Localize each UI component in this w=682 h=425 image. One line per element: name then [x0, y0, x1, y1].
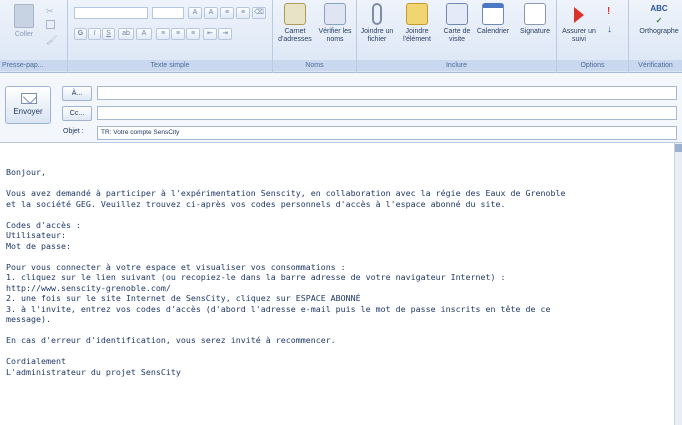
subject-label: Objet : [63, 128, 84, 135]
calendar-button[interactable]: Calendrier [473, 3, 513, 36]
proofing-group: ABC ✓ Orthographe Vérification [629, 0, 682, 73]
business-card-icon [446, 3, 468, 25]
bold-button[interactable]: G [74, 28, 87, 40]
align-left-button[interactable]: ≡ [156, 28, 170, 40]
bullets-button[interactable]: ≡ [220, 7, 234, 19]
body-line: Mot de passe: [6, 240, 71, 251]
body-line: Cordialement [6, 356, 66, 366]
subject-field[interactable]: TR: Votre compte SensCity [97, 126, 677, 140]
decrease-indent-button[interactable]: ⇤ [203, 28, 217, 40]
underline-button[interactable]: S [102, 28, 115, 40]
high-importance-icon[interactable]: ! [607, 6, 610, 17]
body-line: 3. à l'invite, entrez vos codes d'accès … [6, 303, 551, 314]
body-line: L'administrateur du projet SensCity [6, 366, 181, 377]
calendar-icon [482, 3, 504, 25]
names-group: Carnet d'adresses Vérifier les noms Noms [273, 0, 357, 73]
spelling-button[interactable]: ABC ✓ Orthographe [635, 3, 682, 36]
include-group: Joindre un fichier Joindre l'élément Car… [357, 0, 557, 73]
increase-indent-button[interactable]: ⇥ [218, 28, 232, 40]
names-group-label: Noms [273, 60, 356, 71]
send-envelope-icon [21, 93, 37, 104]
body-line: Utilisateur: [6, 230, 66, 240]
business-card-button[interactable]: Carte de visite [437, 3, 477, 44]
follow-up-button[interactable]: Assurer un suivi [559, 3, 599, 44]
cc-field[interactable] [97, 106, 677, 120]
body-line: Vous avez demandé à participer à l'expér… [6, 188, 566, 198]
align-center-button[interactable]: ≡ [171, 28, 185, 40]
font-name-select[interactable] [74, 7, 148, 19]
attach-item-button[interactable]: Joindre l'élément [397, 3, 437, 44]
scroll-up-button[interactable] [675, 144, 682, 152]
body-line: et la société GEG. Veuillez trouvez ci-a… [6, 198, 506, 209]
low-importance-icon[interactable]: ↓ [607, 24, 612, 35]
signature-button[interactable]: Signature [515, 3, 555, 36]
to-button[interactable]: À... [62, 86, 92, 101]
paste-button[interactable]: Coller [6, 4, 42, 38]
clipboard-group: Coller ✂ 🖌 Presse-pap... [0, 0, 68, 73]
paste-icon [14, 4, 34, 28]
check-names-icon [324, 3, 346, 25]
body-line: 1. cliquez sur le lien suivant (ou recop… [6, 272, 506, 282]
to-field[interactable] [97, 86, 677, 100]
signature-icon [524, 3, 546, 25]
message-body[interactable]: Bonjour, Vous avez demandé à participer … [0, 143, 674, 425]
italic-button[interactable]: I [88, 28, 101, 40]
check-names-button[interactable]: Vérifier les noms [315, 3, 355, 44]
body-line: En cas d'erreur d'identification, vous s… [6, 335, 336, 345]
envelope-icon [406, 3, 428, 25]
paperclip-icon [372, 3, 382, 25]
attach-file-button[interactable]: Joindre un fichier [357, 3, 397, 44]
body-line: Pour vous connecter à votre espace et vi… [6, 261, 346, 272]
align-right-button[interactable]: ≡ [186, 28, 200, 40]
numbering-button[interactable]: ≡ [236, 7, 250, 19]
body-line: 2. une fois sur le site Internet de Sens… [6, 293, 361, 303]
send-button[interactable]: Envoyer [5, 86, 51, 124]
body-line: message). [6, 314, 51, 324]
cut-icon[interactable]: ✂ [46, 6, 54, 17]
format-painter-icon[interactable]: 🖌 [46, 35, 57, 46]
shrink-font-button[interactable]: A [204, 7, 218, 19]
clear-format-button[interactable]: ⌫ [252, 7, 266, 19]
copy-icon[interactable] [46, 20, 55, 29]
clipboard-group-label: Presse-pap... [0, 60, 67, 71]
basic-text-group-label: Texte simple [68, 60, 272, 71]
body-line: Codes d'accès : [6, 219, 81, 230]
flag-icon [574, 7, 584, 23]
ribbon: Coller ✂ 🖌 Presse-pap... A A ≡ ≡ ⌫ G I S… [0, 0, 682, 73]
include-group-label: Inclure [357, 60, 556, 71]
vertical-scrollbar[interactable] [674, 143, 682, 425]
spelling-check-icon: ABC ✓ [650, 4, 668, 25]
address-book-icon [284, 3, 306, 25]
highlight-button[interactable]: ab [118, 28, 134, 40]
proofing-group-label: Vérification [629, 60, 682, 71]
body-line: Bonjour, [6, 167, 46, 177]
body-link[interactable]: http://www.senscity-grenoble.com/ [6, 283, 668, 294]
address-book-button[interactable]: Carnet d'adresses [275, 3, 315, 44]
grow-font-button[interactable]: A [188, 7, 202, 19]
cc-button[interactable]: Cc... [62, 106, 92, 121]
options-group-label: Options [557, 60, 628, 71]
font-color-button[interactable]: A [136, 28, 152, 40]
font-size-select[interactable] [152, 7, 184, 19]
basic-text-group: A A ≡ ≡ ⌫ G I S ab A ≡ ≡ ≡ ⇤ ⇥ Texte sim… [68, 0, 273, 73]
options-group: Assurer un suivi ! ↓ Options [557, 0, 629, 73]
